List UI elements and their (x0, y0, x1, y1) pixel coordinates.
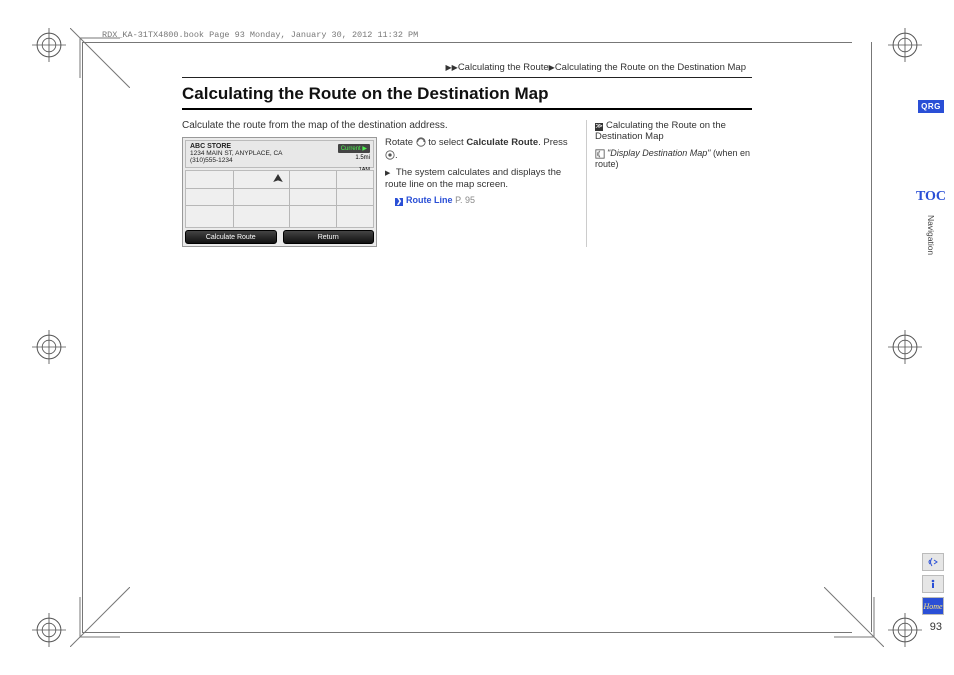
result-text: The system calculates and displays the r… (385, 167, 561, 191)
instruction-text: Rotate to select Calculate Route. Press … (385, 137, 572, 247)
info-button[interactable] (922, 575, 944, 593)
registration-mark-icon (32, 613, 66, 647)
voice-icon (927, 556, 939, 568)
breadcrumb-level1: Calculating the Route (458, 62, 549, 73)
crop-line (82, 632, 852, 633)
crop-line (871, 42, 872, 632)
divider (182, 77, 752, 78)
registration-mark-icon (888, 613, 922, 647)
map-info-panel: ABC STORE 1234 MAIN ST, ANYPLACE, CA (31… (185, 140, 374, 168)
registration-mark-icon (32, 330, 66, 364)
route-line-link[interactable]: ❯Route Line (395, 195, 453, 205)
home-button[interactable]: Home (922, 597, 944, 615)
toc-tab[interactable]: TOC (916, 189, 946, 205)
registration-mark-icon (32, 28, 66, 62)
info-icon (927, 578, 939, 590)
section-tab[interactable]: Navigation (926, 215, 936, 255)
current-tag: Current ▶ (338, 144, 370, 153)
note-icon: ≫ (595, 123, 603, 131)
sidebar-column: ≫Calculating the Route on the Destinatio… (586, 120, 752, 247)
voice-command-icon (595, 149, 605, 159)
sidebar-title: ≫Calculating the Route on the Destinatio… (595, 120, 752, 142)
page-title: Calculating the Route on the Destination… (182, 84, 752, 104)
calculate-route-button[interactable]: Calculate Route (185, 230, 277, 244)
map-phone: (310)555-1234 (190, 157, 369, 164)
voice-help-button[interactable] (922, 553, 944, 571)
map-view (185, 170, 374, 228)
title-divider (182, 108, 752, 110)
right-bottom-buttons: Home (922, 553, 944, 615)
press-button-icon (385, 150, 395, 160)
rotate-knob-icon (416, 137, 426, 147)
calc-route-bold: Calculate Route (466, 137, 538, 148)
registration-mark-icon (888, 28, 922, 62)
breadcrumb: ▶▶Calculating the Route▶Calculating the … (182, 62, 752, 73)
qrg-tab[interactable]: QRG (918, 100, 944, 113)
intro-text: Calculate the route from the map of the … (182, 120, 572, 131)
return-button[interactable]: Return (283, 230, 375, 244)
registration-mark-icon (888, 330, 922, 364)
breadcrumb-level2: Calculating the Route on the Destination… (555, 62, 746, 73)
page-number: 93 (930, 621, 942, 633)
map-screenshot: ABC STORE 1234 MAIN ST, ANYPLACE, CA (31… (182, 137, 377, 247)
destination-pin-icon (270, 174, 286, 190)
link-page-ref: P. 95 (455, 195, 475, 205)
distance-label: 1.5mi (355, 155, 370, 161)
file-meta-header: RDX_KA-31TX4800.book Page 93 Monday, Jan… (102, 30, 842, 40)
main-column: Calculate the route from the map of the … (182, 120, 572, 247)
right-rail: QRG TOC Navigation (918, 100, 944, 255)
sidebar-voice-note: "Display Destination Map" (when en route… (595, 148, 752, 169)
